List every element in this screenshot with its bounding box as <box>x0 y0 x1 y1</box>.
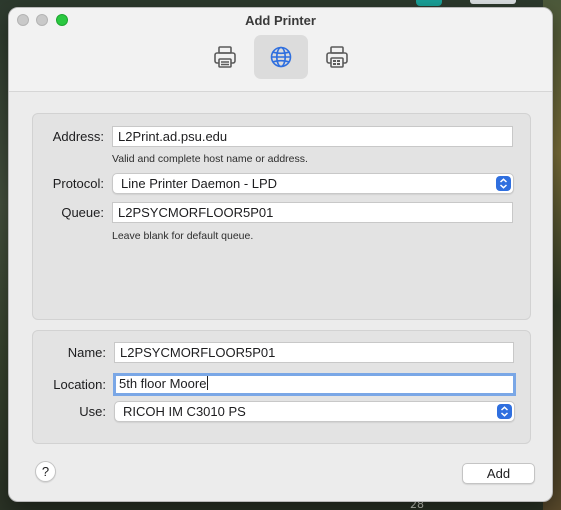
chevron-up-down-icon <box>496 176 511 191</box>
chevron-up-down-icon <box>497 404 512 419</box>
text-cursor <box>207 376 209 390</box>
window-title: Add Printer <box>245 13 316 28</box>
ip-printer-tab[interactable] <box>254 35 308 79</box>
location-value: 5th floor Moore <box>119 376 207 391</box>
name-field[interactable]: L2PSYCMORFLOOR5P01 <box>114 342 514 363</box>
protocol-select[interactable]: Line Printer Daemon - LPD <box>112 173 514 194</box>
queue-label: Queue: <box>61 205 104 220</box>
driver-value: RICOH IM C3010 PS <box>123 404 246 419</box>
printer-doc-icon <box>326 46 348 68</box>
title-bar: Add Printer <box>9 8 552 92</box>
address-field[interactable]: L2Print.ad.psu.edu <box>112 126 513 147</box>
location-field[interactable]: 5th floor Moore <box>113 373 516 396</box>
windows-printers-tab[interactable] <box>310 35 364 79</box>
protocol-value: Line Printer Daemon - LPD <box>121 176 278 191</box>
add-printer-window: Add Printer Address: L2Print.ad.psu.edu … <box>8 7 553 502</box>
default-printers-tab[interactable] <box>198 35 252 79</box>
name-label: Name: <box>67 345 106 360</box>
add-button[interactable]: Add <box>462 463 535 484</box>
printer-icon <box>214 46 236 68</box>
queue-hint: Leave blank for default queue. <box>112 230 254 242</box>
use-label: Use: <box>79 404 106 419</box>
address-label: Address: <box>52 129 104 144</box>
protocol-label: Protocol: <box>52 176 104 191</box>
queue-field[interactable]: L2PSYCMORFLOOR5P01 <box>112 202 513 223</box>
background-window-edge <box>470 0 516 4</box>
driver-select[interactable]: RICOH IM C3010 PS <box>114 401 515 422</box>
help-button[interactable]: ? <box>35 461 56 482</box>
address-hint: Valid and complete host name or address. <box>112 153 308 165</box>
background-app-icon <box>416 0 442 6</box>
globe-icon <box>270 46 292 68</box>
location-label: Location: <box>53 377 106 392</box>
